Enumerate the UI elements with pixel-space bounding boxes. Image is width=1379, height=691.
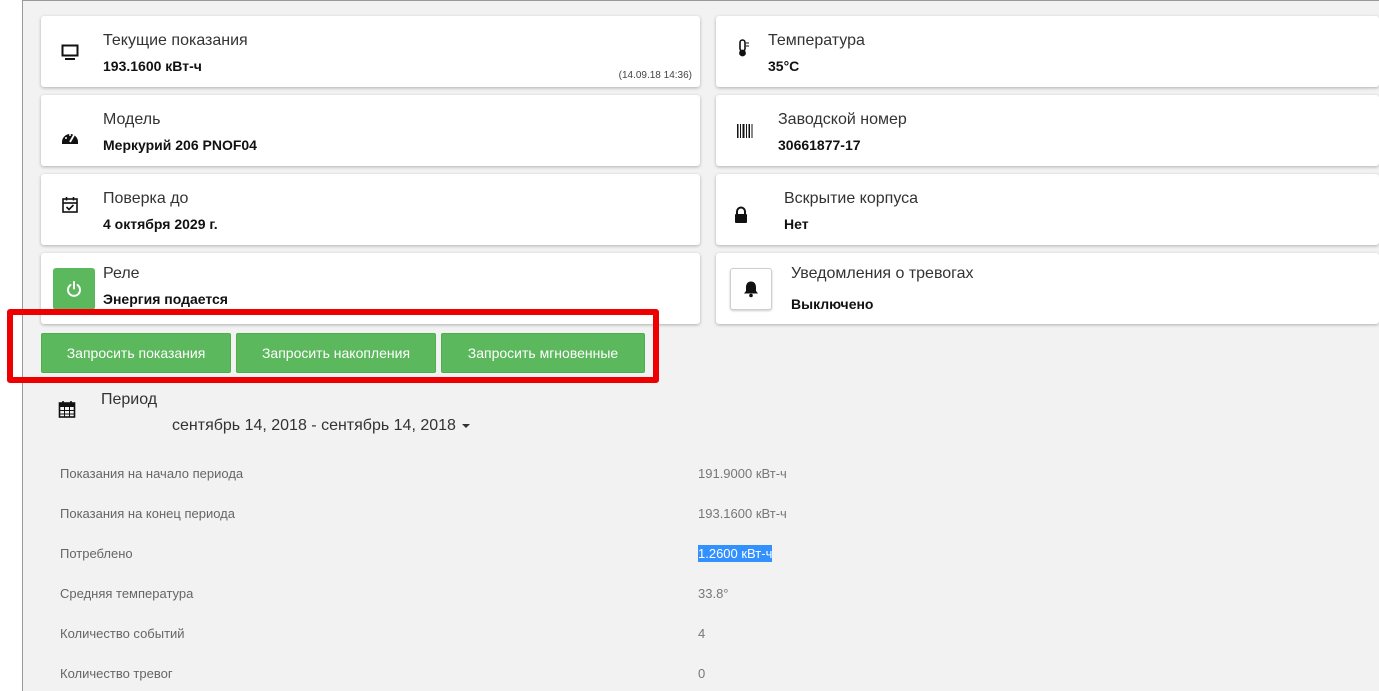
bell-icon <box>744 281 758 298</box>
temperature-card: Температура 35°C <box>716 16 1379 87</box>
monitor-icon <box>61 44 79 60</box>
verification-label: Поверка до <box>103 190 189 207</box>
temperature-value: 35°C <box>768 58 800 74</box>
serial-label: Заводской номер <box>778 111 907 128</box>
alarm-toggle-button[interactable] <box>730 268 772 310</box>
gauge-icon <box>62 134 78 144</box>
calendar-check-icon <box>62 197 78 213</box>
alarm-notifications-card: Уведомления о тревогах Выключено <box>716 253 1379 324</box>
serial-value: 30661877-17 <box>778 137 861 153</box>
period-range-dropdown[interactable]: сентябрь 14, 2018 - сентябрь 14, 2018 <box>172 417 470 435</box>
period-label: Период <box>101 391 158 408</box>
model-label: Модель <box>103 111 161 128</box>
current-reading-label: Текущие показания <box>103 32 248 49</box>
model-card: Модель Меркурий 206 PNOF04 <box>41 95 700 166</box>
stat-value-avg-temp: 33.8° <box>698 586 729 601</box>
stat-label-alarms: Количество тревог <box>60 666 173 681</box>
calendar-icon <box>58 401 76 418</box>
stat-label-end: Показания на конец периода <box>60 506 235 521</box>
lock-icon <box>735 206 747 223</box>
stat-value-events: 4 <box>698 626 706 641</box>
case-opening-label: Вскрытие корпуса <box>784 190 919 207</box>
stat-label-events: Количество событий <box>60 626 185 641</box>
verification-value: 4 октября 2029 г. <box>103 216 218 232</box>
relay-value: Энергия подается <box>103 291 228 307</box>
stat-label-start: Показания на начало периода <box>60 466 244 481</box>
stat-value-start: 191.9000 кВт-ч <box>698 466 787 481</box>
case-opening-card: Вскрытие корпуса Нет <box>716 174 1379 245</box>
temperature-label: Температура <box>768 32 865 49</box>
stat-label-avg-temp: Средняя температура <box>60 586 194 601</box>
barcode-icon <box>737 124 753 138</box>
stat-label-consumed: Потреблено <box>60 546 133 561</box>
caret-down-icon <box>461 423 470 428</box>
model-value: Меркурий 206 PNOF04 <box>103 137 257 153</box>
relay-toggle-button[interactable] <box>53 268 95 310</box>
stat-value-alarms: 0 <box>698 666 706 681</box>
highlight-annotation <box>7 309 659 383</box>
power-icon <box>67 281 81 297</box>
alarm-notifications-label: Уведомления о тревогах <box>791 265 974 282</box>
stat-value-end: 193.1600 кВт-ч <box>698 506 787 521</box>
relay-label: Реле <box>103 265 140 282</box>
current-reading-value: 193.1600 кВт-ч <box>103 58 202 74</box>
period-range-text: сентябрь 14, 2018 - сентябрь 14, 2018 <box>172 417 456 434</box>
alarm-notifications-value: Выключено <box>791 296 874 312</box>
case-opening-value: Нет <box>784 216 809 232</box>
verification-card: Поверка до 4 октября 2029 г. <box>41 174 700 245</box>
current-reading-card: Текущие показания 193.1600 кВт-ч (14.09.… <box>41 16 700 87</box>
serial-card: Заводской номер 30661877-17 <box>716 95 1379 166</box>
thermometer-icon <box>739 39 749 57</box>
current-reading-timestamp: (14.09.18 14:36) <box>618 70 692 81</box>
stat-value-consumed: 1.2600 кВт-ч <box>698 545 773 562</box>
selected-text: 1.2600 кВт-ч <box>698 545 773 562</box>
